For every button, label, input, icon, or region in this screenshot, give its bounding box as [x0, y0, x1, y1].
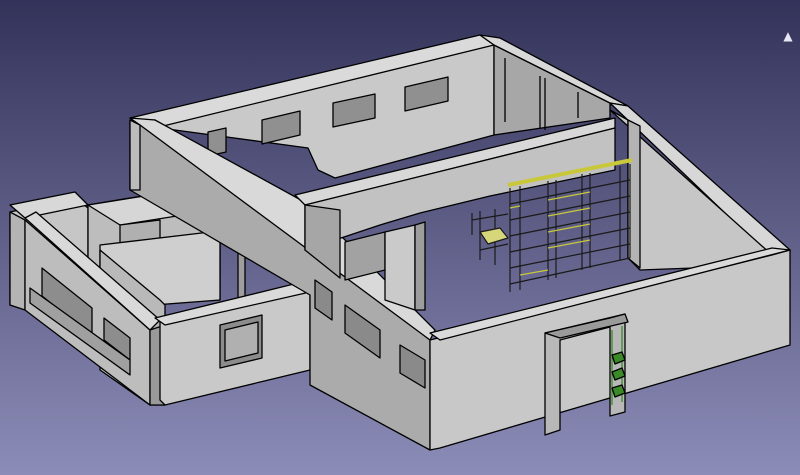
- right-wall: [609, 102, 791, 271]
- building-model[interactable]: [0, 0, 800, 475]
- front-wall-right: [429, 247, 791, 451]
- triangle-up-icon[interactable]: ▲: [782, 30, 794, 42]
- 3d-viewport[interactable]: ▲: [0, 0, 800, 475]
